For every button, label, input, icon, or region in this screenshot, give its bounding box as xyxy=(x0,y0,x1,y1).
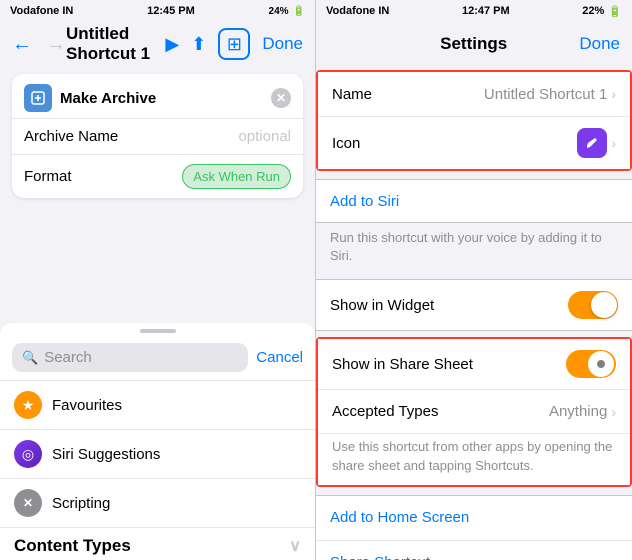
right-battery: 22% xyxy=(582,5,604,17)
right-battery-icon: 🔋 xyxy=(608,5,622,18)
accepted-types-label: Accepted Types xyxy=(332,403,438,420)
siri-desc: Run this shortcut with your voice by add… xyxy=(316,223,632,271)
battery-icon: 🔋 xyxy=(293,6,305,17)
share-desc-text: Use this shortcut from other apps by ope… xyxy=(332,439,612,472)
widget-group: Show in Widget xyxy=(316,279,632,331)
forward-icon[interactable]: → xyxy=(46,33,66,56)
icon-purple-btn[interactable] xyxy=(577,128,607,158)
right-battery-area: 22% 🔋 xyxy=(582,5,622,18)
right-status-bar: Vodafone IN 12:47 PM 22% 🔋 xyxy=(316,0,632,22)
bottom-sheet-handle xyxy=(140,329,176,333)
share-sheet-group-highlighted: Show in Share Sheet Accepted Types Anyth… xyxy=(316,337,632,486)
right-time: 12:47 PM xyxy=(462,5,510,17)
left-nav-back-icons: ← → xyxy=(12,33,66,56)
content-types-header: Content Types ∨ xyxy=(0,527,315,560)
action-card-title: Make Archive xyxy=(24,84,156,112)
settings-icon[interactable]: ⊞ xyxy=(218,28,250,60)
search-cancel-btn[interactable]: Cancel xyxy=(256,349,303,366)
show-widget-label: Show in Widget xyxy=(330,297,434,314)
show-share-label: Show in Share Sheet xyxy=(332,356,473,373)
share-shortcut-row[interactable]: Share Shortcut xyxy=(316,540,632,560)
siri-section: Add to Siri Run this shortcut with your … xyxy=(316,171,632,271)
favourites-label: Favourites xyxy=(52,397,122,414)
bottom-sheet: 🔍 Search Cancel ★ Favourites ◎ Siri Sugg… xyxy=(0,323,315,560)
widget-toggle-knob xyxy=(591,292,617,318)
action-icon xyxy=(24,84,52,112)
scripting-icon: ✕ xyxy=(14,489,42,517)
add-to-siri-row[interactable]: Add to Siri xyxy=(316,179,632,223)
scripting-label: Scripting xyxy=(52,495,110,512)
action-close-btn[interactable]: ✕ xyxy=(271,88,291,108)
left-done-btn[interactable]: Done xyxy=(262,34,303,54)
format-label: Format xyxy=(24,168,72,185)
right-carrier: Vodafone IN xyxy=(326,5,389,17)
search-bar[interactable]: 🔍 Search xyxy=(12,343,248,372)
right-nav-bar: Settings Done xyxy=(316,22,632,66)
archive-name-value[interactable]: optional xyxy=(238,128,291,145)
content-types-label: Content Types xyxy=(14,536,131,556)
left-nav-title: Untitled Shortcut 1 xyxy=(66,24,165,64)
right-nav-title: Settings xyxy=(440,34,507,54)
play-icon[interactable]: ▶ xyxy=(165,34,179,55)
action-card: Make Archive ✕ Archive Name optional For… xyxy=(12,74,303,198)
icon-value: › xyxy=(577,128,616,158)
left-status-bar: Vodafone IN 12:45 PM 24% 🔋 xyxy=(0,0,315,22)
left-panel: Vodafone IN 12:45 PM 24% 🔋 ← → Untitled … xyxy=(0,0,316,560)
show-widget-toggle[interactable] xyxy=(568,291,618,319)
name-icon-group: Name Untitled Shortcut 1 › Icon xyxy=(316,70,632,171)
siri-icon: ◎ xyxy=(14,440,42,468)
icon-chevron: › xyxy=(611,135,616,151)
right-panel: Vodafone IN 12:47 PM 22% 🔋 Settings Done… xyxy=(316,0,632,560)
list-item-favourites[interactable]: ★ Favourites xyxy=(0,380,315,429)
right-done-btn[interactable]: Done xyxy=(579,34,620,54)
action-card-header: Make Archive ✕ xyxy=(12,74,303,118)
archive-name-row: Archive Name optional xyxy=(12,118,303,154)
search-magnifier-icon: 🔍 xyxy=(22,350,38,366)
show-share-toggle[interactable] xyxy=(566,350,616,378)
action-title: Make Archive xyxy=(60,90,156,107)
add-home-text: Add to Home Screen xyxy=(330,509,469,526)
search-placeholder: Search xyxy=(44,349,92,366)
name-icon-settings-group: Name Untitled Shortcut 1 › Icon xyxy=(318,72,630,169)
ask-when-run-btn[interactable]: Ask When Run xyxy=(182,164,291,189)
accepted-types-row[interactable]: Accepted Types Anything › xyxy=(318,389,630,433)
share-toggle-dot xyxy=(597,360,605,368)
share-icon[interactable]: ⬆ xyxy=(191,34,206,55)
add-home-row[interactable]: Add to Home Screen xyxy=(316,496,632,540)
add-to-siri-text: Add to Siri xyxy=(330,193,399,210)
share-toggle-knob xyxy=(588,351,614,377)
action-area: Make Archive ✕ Archive Name optional For… xyxy=(0,66,315,315)
favourites-icon: ★ xyxy=(14,391,42,419)
archive-name-label: Archive Name xyxy=(24,128,118,145)
siri-label: Siri Suggestions xyxy=(52,446,160,463)
home-share-group: Add to Home Screen Share Shortcut xyxy=(316,495,632,560)
accepted-types-value: Anything › xyxy=(549,403,616,420)
left-battery-area: 24% 🔋 xyxy=(269,6,305,17)
left-nav-bar: ← → Untitled Shortcut 1 ▶ ⬆ ⊞ Done xyxy=(0,22,315,66)
icon-label: Icon xyxy=(332,135,360,152)
accepted-chevron: › xyxy=(611,404,616,420)
share-shortcut-text: Share Shortcut xyxy=(330,554,430,560)
list-item-siri[interactable]: ◎ Siri Suggestions xyxy=(0,429,315,478)
back-icon[interactable]: ← xyxy=(12,33,32,56)
share-desc-row: Use this shortcut from other apps by ope… xyxy=(318,433,630,484)
name-row[interactable]: Name Untitled Shortcut 1 › xyxy=(318,72,630,116)
format-row: Format Ask When Run xyxy=(12,154,303,198)
left-battery: 24% xyxy=(269,6,289,17)
name-chevron: › xyxy=(611,86,616,102)
name-value: Untitled Shortcut 1 › xyxy=(484,86,616,103)
name-value-text: Untitled Shortcut 1 xyxy=(484,86,607,103)
search-bar-row: 🔍 Search Cancel xyxy=(0,339,315,380)
show-widget-row: Show in Widget xyxy=(316,280,632,330)
settings-scroll: Name Untitled Shortcut 1 › Icon xyxy=(316,66,632,560)
share-sheet-settings-group: Show in Share Sheet Accepted Types Anyth… xyxy=(318,339,630,484)
content-types-chevron: ∨ xyxy=(289,536,301,556)
list-item-scripting[interactable]: ✕ Scripting xyxy=(0,478,315,527)
icon-row[interactable]: Icon › xyxy=(318,116,630,169)
accepted-value-text: Anything xyxy=(549,403,607,420)
left-carrier: Vodafone IN xyxy=(10,5,73,17)
name-label: Name xyxy=(332,86,372,103)
show-share-row: Show in Share Sheet xyxy=(318,339,630,389)
left-time: 12:45 PM xyxy=(147,5,195,17)
